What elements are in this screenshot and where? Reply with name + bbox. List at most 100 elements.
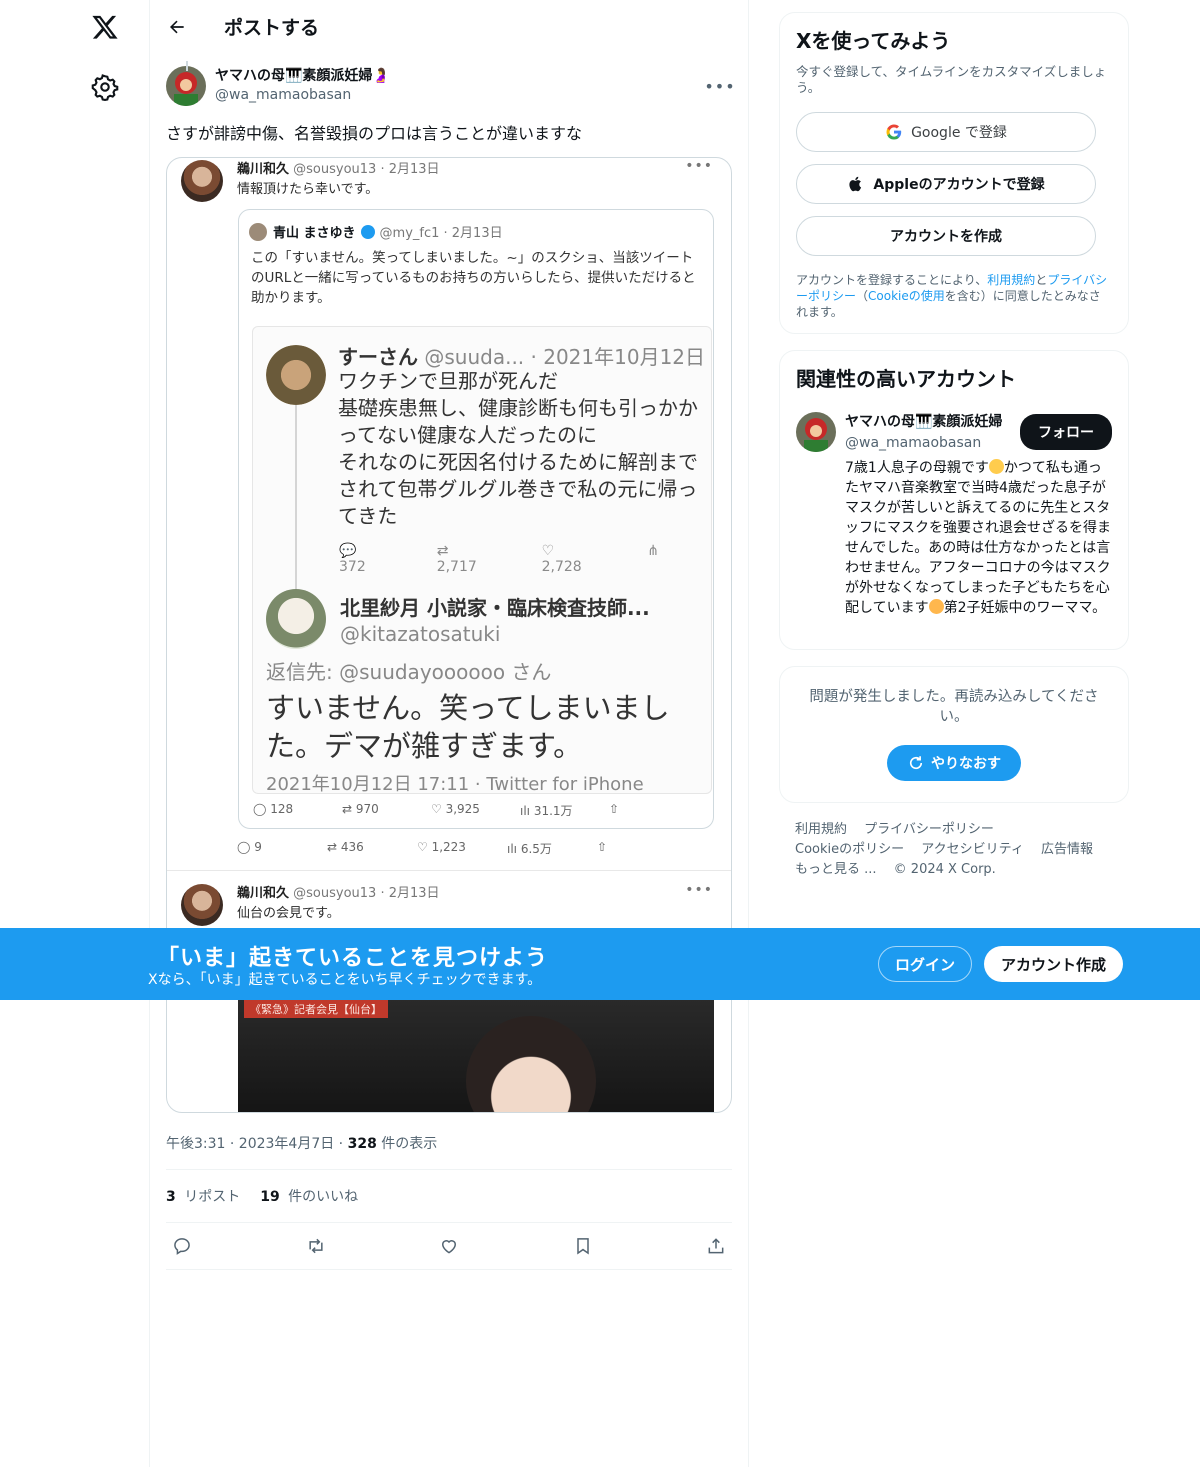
divider xyxy=(166,1269,732,1270)
related-accounts-card: 関連性の高いアカウント ヤマハの母🎹素顔派妊婦 @wa_mamaobasan フ… xyxy=(779,350,1129,650)
post-meta: 午後3:31 · 2023年4月7日 · 328 件の表示 xyxy=(166,1133,732,1153)
video-label: 《緊急》記者会見【仙台】 xyxy=(244,1000,388,1018)
inner-actions-1: 💬 372 ⇄ 2,717 ♡ 2,728 ⋔ xyxy=(339,543,659,575)
outer-like-count: 1,223 xyxy=(431,840,466,854)
banner-subtitle: Xなら、「いま」起きていることをいち早くチェックできます。 xyxy=(148,972,542,988)
likes-stat[interactable]: 19 件のいいね xyxy=(260,1186,358,1206)
inner-reply-count: 372 xyxy=(339,559,366,575)
embedded-video-frame: 《緊急》記者会見【仙台】 xyxy=(238,998,714,1112)
footer-terms-link[interactable]: 利用規約 xyxy=(795,822,847,837)
apple-logo-icon xyxy=(847,175,865,193)
share-icon[interactable] xyxy=(706,1236,726,1256)
x-logo-icon[interactable] xyxy=(82,4,128,50)
quote-avatar xyxy=(249,222,267,241)
inner-line: されて包帯グルグル巻きで私の元に帰っ xyxy=(338,477,698,501)
reposts-count: 3 xyxy=(166,1189,176,1205)
quote-like-count: 3,925 xyxy=(445,802,480,816)
left-nav xyxy=(0,0,150,1467)
related-name[interactable]: ヤマハの母🎹素顔派妊婦 xyxy=(845,412,1002,433)
create-account-button[interactable]: アカウントを作成 xyxy=(796,216,1096,256)
apple-signup-label: Appleのアカウントで登録 xyxy=(873,177,1045,193)
embedded-handle: @sousyou13 · 2月13日 xyxy=(293,886,440,901)
inner-line: それなのに死因名付けるために解剖まで xyxy=(338,450,698,474)
footer-cookie-link[interactable]: Cookieのポリシー xyxy=(795,842,904,857)
follow-button[interactable]: フォロー xyxy=(1020,414,1112,450)
embedded-more-icon: ••• xyxy=(685,882,713,898)
google-signup-button[interactable]: Google で登録 xyxy=(796,112,1096,152)
embedded-outer-actions: ◯ 9 ⇄ 436 ♡ 1,223 ılı 6.5万 ⇧ xyxy=(237,840,608,856)
refresh-icon xyxy=(907,754,925,772)
quote-text: この「すいません。笑ってしまいました。~」のスクショ、当該ツイートのURLと一緒… xyxy=(251,250,696,306)
create-account-label: アカウントを作成 xyxy=(890,229,1002,245)
inner-retweet-count: 2,717 xyxy=(436,559,477,575)
footer-more-link[interactable]: もっと見る ... xyxy=(795,862,877,877)
main-column: ポストする ヤマハの母🎹素顔派妊婦🤰 @wa_mamaobasan ••• さす… xyxy=(149,0,749,1467)
post: ヤマハの母🎹素顔派妊婦🤰 @wa_mamaobasan ••• さすが誹謗中傷、… xyxy=(150,61,748,1270)
reply-icon[interactable] xyxy=(172,1236,192,1256)
related-avatar[interactable] xyxy=(796,412,836,452)
like-icon[interactable] xyxy=(439,1236,459,1256)
google-logo-icon xyxy=(885,123,903,141)
post-stats: 3 リポスト 19 件のいいね xyxy=(166,1170,732,1222)
worried-emoji-icon xyxy=(928,599,944,614)
post-timestamp[interactable]: 午後3:31 · 2023年4月7日 · xyxy=(166,1136,348,1152)
retry-button[interactable]: やりなおす xyxy=(887,745,1021,781)
reposts-stat[interactable]: 3 リポスト xyxy=(166,1186,240,1206)
google-signup-label: Google で登録 xyxy=(911,125,1007,141)
cookie-use-link[interactable]: Cookieの使用 xyxy=(868,289,945,303)
author-name[interactable]: ヤマハの母🎹素顔派妊婦🤰 xyxy=(215,67,390,86)
terms-of-service-link[interactable]: 利用規約 xyxy=(987,273,1035,287)
embedded-tweet-1: 鵜川和久 @sousyou13 · 2月13日 情報頂けたら幸いです。 xyxy=(181,160,440,202)
signup-subtitle: 今すぐ登録して、タイムラインをカスタマイズしましょう。 xyxy=(796,64,1107,95)
thread-connector xyxy=(186,61,188,71)
inner-handle-2: @kitazatosatuki xyxy=(340,622,501,646)
more-options-icon[interactable]: ••• xyxy=(704,74,734,98)
footer-ads-info-link[interactable]: 広告情報 xyxy=(1041,842,1093,857)
outer-view-count: 6.5万 xyxy=(520,842,552,856)
embedded-name: 鵜川和久 xyxy=(237,886,290,901)
related-handle[interactable]: @wa_mamaobasan xyxy=(845,433,1002,454)
embedded-handle: @sousyou13 · 2月13日 xyxy=(293,162,440,177)
terms-text: と xyxy=(1035,273,1048,287)
embedded-more-icon: ••• xyxy=(685,158,713,174)
inner-line: 基礎疾患無し、健康診断も何も引っかか xyxy=(338,396,698,420)
apple-signup-button[interactable]: Appleのアカウントで登録 xyxy=(796,164,1096,204)
signup-button[interactable]: アカウント作成 xyxy=(984,946,1123,982)
error-message: 問題が発生しました。再読み込みしてください。 xyxy=(809,689,1099,725)
footer-privacy-link[interactable]: プライバシーポリシー xyxy=(864,822,994,837)
post-text: さすが誹謗中傷、名誉毀損のプロは言うことが違いますな xyxy=(166,124,583,143)
footer-copyright: © 2024 X Corp. xyxy=(893,862,996,877)
error-card: 問題が発生しました。再読み込みしてください。 やりなおす xyxy=(779,666,1129,803)
outer-retweet-count: 436 xyxy=(340,840,364,854)
likes-label: 件のいいね xyxy=(283,1189,359,1205)
bookmark-icon[interactable] xyxy=(573,1236,593,1256)
embedded-avatar xyxy=(181,160,223,202)
signup-card: Xを使ってみよう 今すぐ登録して、タイムラインをカスタマイズしましょう。 Goo… xyxy=(779,12,1129,334)
post-actions xyxy=(166,1223,732,1269)
author-avatar[interactable] xyxy=(166,66,206,106)
embedded-name: 鵜川和久 xyxy=(237,162,290,177)
embedded-quote-tweet: 青山 まさゆき @my_fc1 · 2月13日 この「すいません。笑ってしまいま… xyxy=(238,209,714,829)
retry-label: やりなおす xyxy=(931,756,1001,772)
inner-name-1: すーさん xyxy=(338,345,418,369)
inner-avatar-1 xyxy=(266,345,326,405)
footer-links: 利用規約 プライバシーポリシー Cookieのポリシー アクセシビリティ 広告情… xyxy=(795,820,1115,880)
settings-gear-icon[interactable] xyxy=(82,64,128,110)
login-button[interactable]: ログイン xyxy=(878,946,972,982)
back-arrow-icon[interactable] xyxy=(166,16,188,38)
terms-text: アカウントを登録することにより、 xyxy=(796,273,988,287)
signup-title: Xを使ってみよう xyxy=(796,29,951,53)
author-handle[interactable]: @wa_mamaobasan xyxy=(215,86,390,105)
embedded-text: 情報頂けたら幸いです。 xyxy=(237,182,379,197)
inner-footer: 2021年10月12日 17:11 · Twitter for iPhone xyxy=(266,774,644,794)
inner-like-count: 2,728 xyxy=(541,559,582,575)
embedded-text: 仙台の会見です。 xyxy=(237,906,340,921)
inner-thread-line xyxy=(295,405,297,590)
footer-accessibility-link[interactable]: アクセシビリティ xyxy=(921,842,1024,857)
repost-icon[interactable] xyxy=(306,1236,326,1256)
banner-title: 「いま」起きていることを見つけよう xyxy=(157,946,549,971)
post-author: ヤマハの母🎹素顔派妊婦🤰 @wa_mamaobasan ••• xyxy=(166,65,735,107)
quote-name: 青山 まさゆき xyxy=(273,226,356,241)
related-account[interactable]: ヤマハの母🎹素顔派妊婦 @wa_mamaobasan フォロー 7歳1人息子の母… xyxy=(796,412,1112,618)
related-title: 関連性の高いアカウント xyxy=(796,367,1016,391)
